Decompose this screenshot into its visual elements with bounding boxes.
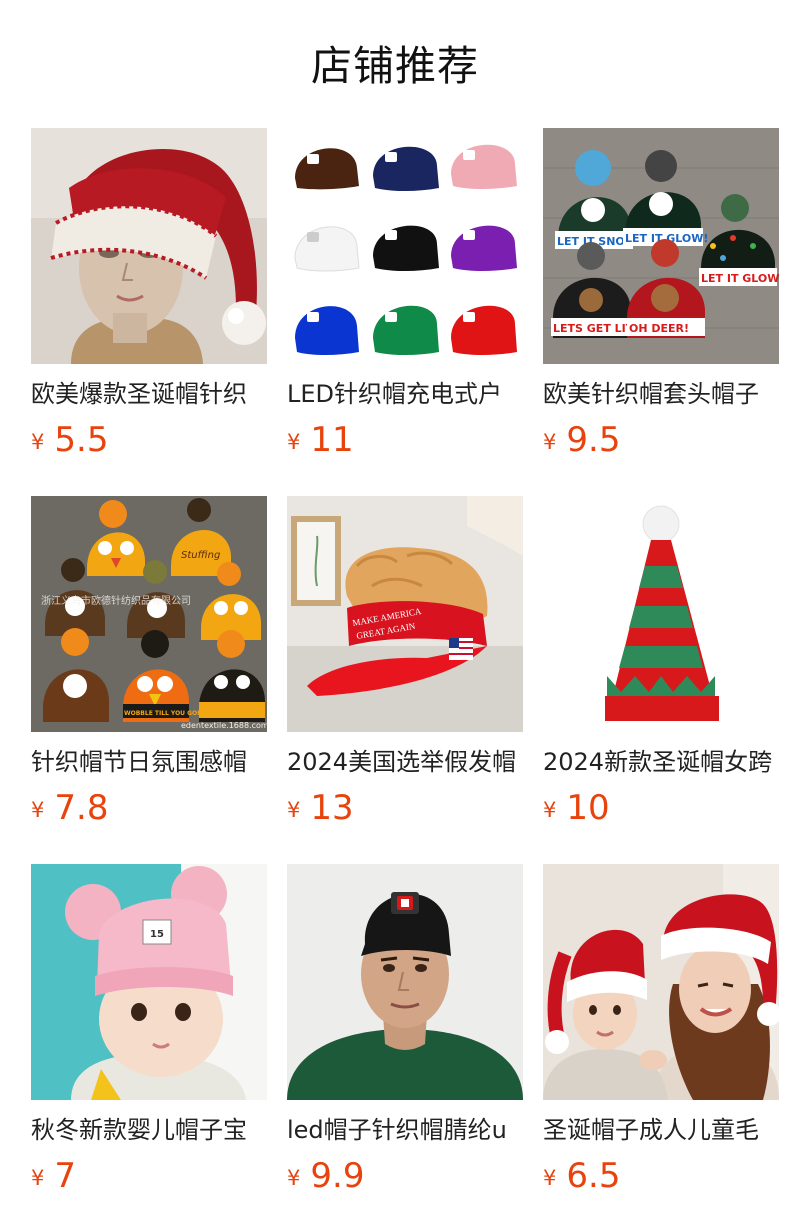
product-price: ¥9.9	[287, 1156, 523, 1196]
product-card[interactable]: LED针织帽充电式户 ¥11	[287, 128, 523, 480]
currency-symbol: ¥	[287, 430, 301, 454]
product-name[interactable]: 圣诞帽子成人儿童毛	[543, 1114, 779, 1146]
currency-symbol: ¥	[31, 798, 45, 822]
product-name[interactable]: 欧美针织帽套头帽子	[543, 378, 779, 410]
product-image[interactable]	[287, 864, 523, 1100]
product-image[interactable]	[543, 864, 779, 1100]
elf-hat-icon	[543, 496, 779, 732]
product-name[interactable]: led帽子针织帽腈纶u	[287, 1114, 523, 1146]
product-grid: 欧美爆款圣诞帽针织 ¥5.5 LED针织帽充电式户 ¥ 11 LET IT SN…	[31, 128, 779, 1216]
product-price: ¥10	[543, 788, 779, 828]
price-amount: 11	[310, 420, 354, 460]
product-price: ¥6.5	[543, 1156, 779, 1196]
product-name[interactable]: 欧美爆款圣诞帽针织	[31, 378, 267, 410]
product-name[interactable]: 2024新款圣诞帽女跨	[543, 746, 779, 778]
price-amount: 7.8	[54, 788, 109, 828]
product-image[interactable]: MAKE AMERICA GREAT AGAIN	[287, 496, 523, 732]
product-image[interactable]: LET IT SNOW LET IT GLOW! LET IT GLOW! LE…	[543, 128, 779, 364]
product-image[interactable]	[543, 496, 779, 732]
product-image[interactable]: 15	[31, 864, 267, 1100]
mother-child-santa-hats-icon	[543, 864, 779, 1100]
currency-symbol: ¥	[287, 1166, 301, 1190]
product-price: ¥11	[287, 420, 523, 460]
product-price: ¥13	[287, 788, 523, 828]
price-amount: 13	[310, 788, 354, 828]
product-price: ¥7.8	[31, 788, 267, 828]
product-name[interactable]: 秋冬新款婴儿帽子宝	[31, 1114, 267, 1146]
product-card[interactable]: LET IT SNOW LET IT GLOW! LET IT GLOW! LE…	[543, 128, 779, 480]
currency-symbol: ¥	[543, 1166, 557, 1190]
wig-visor-cap-icon: MAKE AMERICA GREAT AGAIN	[287, 496, 523, 732]
santa-hat-mannequin-icon	[31, 128, 267, 364]
image-text-stuffing: Stuffing	[181, 550, 220, 561]
price-amount: 7	[54, 1156, 77, 1196]
hat-tag-text: 15	[150, 929, 164, 940]
product-name[interactable]: 针织帽节日氛围感帽	[31, 746, 267, 778]
price-amount: 5.5	[54, 420, 109, 460]
price-amount: 10	[566, 788, 610, 828]
currency-symbol: ¥	[31, 430, 45, 454]
product-image[interactable]	[287, 128, 523, 364]
image-text-3: LET IT GLOW!	[701, 272, 779, 285]
turkey-beanies-icon: Stuffing 浙江义乌市欧德针纺织品有限公司 WOBBLE TILL YOU…	[31, 496, 267, 732]
product-card[interactable]: MAKE AMERICA GREAT AGAIN 2024美国选举假发帽 ¥13	[287, 496, 523, 848]
product-card[interactable]: Stuffing 浙江义乌市欧德针纺织品有限公司 WOBBLE TILL YOU…	[31, 496, 267, 848]
product-card[interactable]: 欧美爆款圣诞帽针织 ¥5.5	[31, 128, 267, 480]
currency-symbol: ¥	[543, 430, 557, 454]
product-price: ¥5.5	[31, 420, 267, 460]
price-amount: 6.5	[566, 1156, 621, 1196]
product-name[interactable]: LED针织帽充电式户	[287, 378, 523, 410]
currency-symbol: ¥	[31, 1166, 45, 1190]
currency-symbol: ¥	[287, 798, 301, 822]
product-card[interactable]: 圣诞帽子成人儿童毛 ¥6.5	[543, 864, 779, 1216]
section-title: 店铺推荐	[311, 42, 479, 90]
led-beanies-grid-icon	[287, 128, 523, 364]
currency-symbol: ¥	[543, 798, 557, 822]
product-card[interactable]: led帽子针织帽腈纶u ¥9.9	[287, 864, 523, 1216]
product-name[interactable]: 2024美国选举假发帽	[287, 746, 523, 778]
product-card[interactable]: 2024新款圣诞帽女跨 ¥10	[543, 496, 779, 848]
product-price: ¥7	[31, 1156, 267, 1196]
product-image[interactable]: Stuffing 浙江义乌市欧德针纺织品有限公司 WOBBLE TILL YOU…	[31, 496, 267, 732]
man-led-beanie-icon	[287, 864, 523, 1100]
price-amount: 9.9	[310, 1156, 365, 1196]
price-amount: 9.5	[566, 420, 621, 460]
image-text-4: LETS GET LIT	[553, 322, 634, 335]
product-card[interactable]: 15 秋冬新款婴儿帽子宝 ¥7	[31, 864, 267, 1216]
christmas-beanies-icon: LET IT SNOW LET IT GLOW! LET IT GLOW! LE…	[543, 128, 779, 364]
baby-pink-hat-icon: 15	[31, 864, 267, 1100]
product-price: ¥9.5	[543, 420, 779, 460]
shop-recommendations-page: 店铺推荐 欧美爆款圣诞帽针织 ¥ 5.5 LED针织帽充电式户 ¥ 11 LET…	[0, 0, 790, 1232]
image-watermark-url: edentextile.1688.com	[181, 721, 267, 730]
image-text-5: OH DEER!	[629, 322, 689, 335]
image-watermark-cn: 浙江义乌市欧德针纺织品有限公司	[41, 594, 191, 607]
product-image[interactable]	[31, 128, 267, 364]
